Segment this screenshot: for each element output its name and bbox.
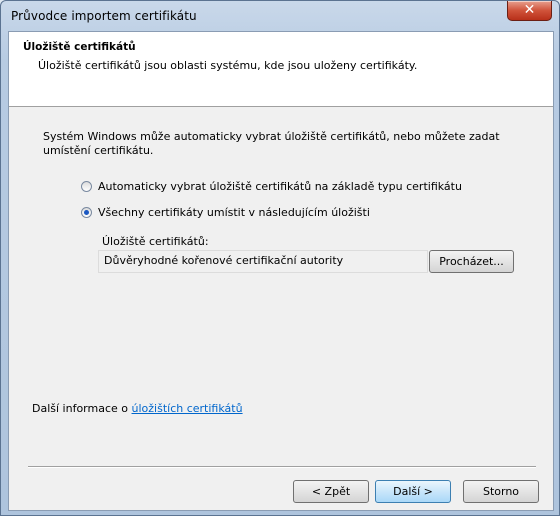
- next-button[interactable]: Další >: [375, 480, 451, 503]
- radio-manual-store[interactable]: Všechny certifikáty umístit v následujíc…: [81, 206, 370, 219]
- store-field: Důvěryhodné kořenové certifikační autori…: [98, 250, 428, 273]
- more-info-text: Další informace o: [32, 402, 132, 415]
- close-icon: ✕: [523, 2, 536, 18]
- radio-manual-store-label: Všechny certifikáty umístit v následujíc…: [98, 206, 370, 219]
- radio-auto-select-label: Automaticky vybrat úložiště certifikátů …: [98, 180, 462, 193]
- page-subtitle: Úložiště certifikátů jsou oblasti systém…: [38, 59, 418, 72]
- title-bar[interactable]: Průvodce importem certifikátu ✕: [1, 1, 559, 31]
- store-field-label: Úložiště certifikátů:: [102, 235, 209, 248]
- intro-text: Systém Windows může automaticky vybrat ú…: [43, 130, 500, 157]
- more-info: Další informace o úložištích certifikátů: [32, 402, 243, 415]
- back-button[interactable]: < Zpět: [293, 480, 369, 503]
- browse-button[interactable]: Procházet...: [429, 250, 514, 273]
- radio-manual-store-button[interactable]: [81, 207, 92, 218]
- more-info-link[interactable]: úložištích certifikátů: [132, 402, 243, 415]
- close-button[interactable]: ✕: [507, 1, 552, 21]
- radio-auto-select-button[interactable]: [81, 181, 92, 192]
- wizard-client-area: Úložiště certifikátů Úložiště certifikát…: [8, 31, 554, 511]
- footer-divider: [28, 466, 536, 468]
- wizard-window: Průvodce importem certifikátu ✕ Úložiště…: [0, 0, 560, 516]
- radio-auto-select[interactable]: Automaticky vybrat úložiště certifikátů …: [81, 180, 462, 193]
- wizard-header: Úložiště certifikátů Úložiště certifikát…: [9, 32, 553, 107]
- cancel-button[interactable]: Storno: [463, 480, 539, 503]
- window-title: Průvodce importem certifikátu: [11, 9, 197, 23]
- page-title: Úložiště certifikátů: [23, 41, 136, 53]
